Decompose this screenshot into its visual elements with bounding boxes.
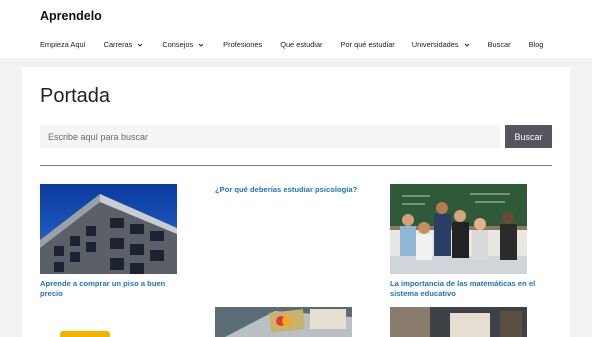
site-title[interactable]: Aprendelo [40,9,102,23]
nav-item-label: Blog [528,40,544,49]
nav-item-label: Buscar [487,40,511,49]
nav-item-label: Consejos [162,40,194,49]
chevron-down-icon [137,42,143,48]
divider [40,165,552,166]
nav-item-buscar[interactable]: Buscar [488,40,511,49]
main-content: Portada Buscar Aprende a co [22,67,570,337]
post-title-link[interactable]: Aprende a comprar un piso a buen precio [40,279,190,298]
nav-item-universidades[interactable]: Universidades [412,40,470,49]
nav-item-label: Profesiones [223,40,263,49]
nav-item-label: Que estudiar [280,40,323,49]
nav-item-que-estudiar[interactable]: Que estudiar [280,40,322,49]
nav-item-profesiones[interactable]: Profesiones [223,40,262,49]
nav-item-label: Por qué estudiar [340,40,395,49]
chevron-down-icon [464,42,470,48]
chevron-down-icon [198,42,204,48]
post-thumbnail-person-laptop[interactable] [390,307,527,337]
post-thumbnail-piggy-bank[interactable] [40,307,177,337]
post-thumbnail-credit-cards[interactable] [215,307,352,337]
post-title-link[interactable]: ¿Por qué deberías estudiar psicología? [215,185,390,195]
nav-item-blog[interactable]: Blog [529,40,544,49]
nav-item-label: Empieza Aquí [40,40,86,49]
nav-item-empieza-aqui[interactable]: Empieza Aquí [40,40,86,49]
post-thumbnail-building[interactable] [40,184,177,274]
search-button[interactable]: Buscar [505,125,552,148]
nav-item-por-que-estudiar[interactable]: Por qué estudiar [341,40,395,49]
nav-item-carreras[interactable]: Carreras [104,40,144,49]
post-title-link[interactable]: La importancia de las matemáticas en el … [390,279,558,298]
page-title: Portada [40,85,111,107]
post-thumbnail-students[interactable] [390,184,527,274]
nav-item-consejos[interactable]: Consejos [162,40,204,49]
site-header: Aprendelo Empieza Aquí Carreras Consejos… [0,0,592,58]
nav-item-label: Carreras [103,40,133,49]
search-input[interactable] [40,125,500,148]
main-navigation: Empieza Aquí Carreras Consejos Profesion… [40,40,543,49]
nav-item-label: Universidades [411,40,459,49]
